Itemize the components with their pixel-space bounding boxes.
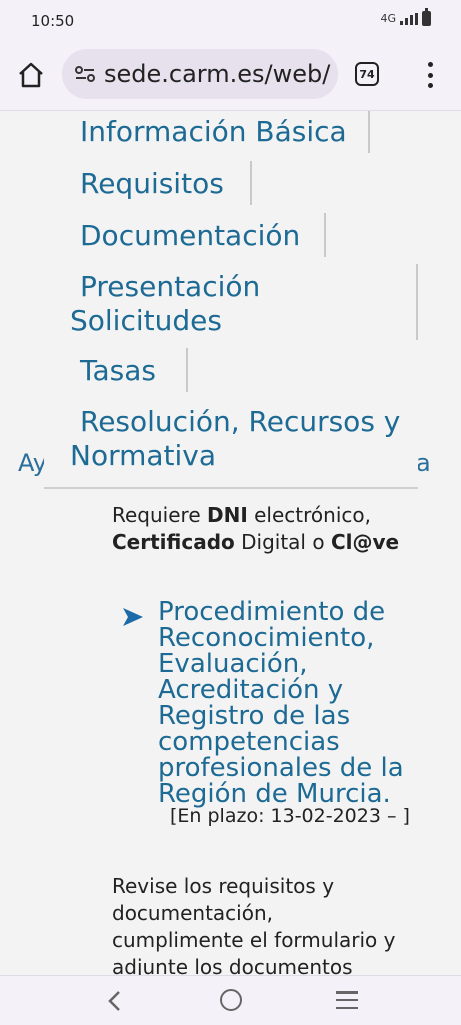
instructions-text: Revise los requisitos y documentación, c… (112, 874, 396, 975)
requirement-text: Requiere DNI electrónico, Certificado Di… (112, 503, 400, 554)
back-icon[interactable] (104, 990, 126, 1012)
nav-item-informacion-basica[interactable]: Información Básica (80, 115, 347, 149)
status-indicators: 4G (380, 8, 431, 26)
tab-switcher-button[interactable]: 74 (355, 62, 379, 86)
nav-item-resolucion-recursos[interactable]: Resolución, Recursos y (80, 405, 400, 439)
procedure-link[interactable]: Procedimiento de Reconocimiento, Evaluac… (158, 599, 428, 807)
signal-icon (400, 12, 418, 25)
nav-separator (368, 111, 370, 153)
site-settings-icon[interactable] (74, 65, 96, 83)
background-text-left: Ay (18, 449, 47, 477)
system-navigation-bar (0, 975, 461, 1025)
network-label: 4G (380, 12, 396, 25)
nav-item-documentacion[interactable]: Documentación (80, 219, 300, 253)
status-bar: 10:50 4G (0, 0, 461, 40)
arrow-right-icon (123, 608, 143, 626)
home-icon[interactable] (16, 60, 46, 90)
nav-item-normativa[interactable]: Normativa (70, 439, 216, 473)
status-time: 10:50 (31, 12, 75, 30)
nav-item-tasas[interactable]: Tasas (80, 354, 156, 388)
nav-item-presentacion[interactable]: Presentación (80, 270, 260, 304)
nav-item-solicitudes[interactable]: Solicitudes (70, 304, 222, 338)
page-content: Ay a Información Básica Requisitos Docum… (0, 111, 461, 975)
procedure-deadline: [En plazo: 13-02-2023 – ] (170, 805, 410, 827)
url-text: sede.carm.es/web/ (104, 60, 331, 88)
section-nav-menu: Información Básica Requisitos Documentac… (44, 111, 418, 489)
home-circle-icon[interactable] (220, 989, 242, 1011)
nav-separator (250, 161, 252, 205)
recent-apps-icon[interactable] (336, 991, 358, 1009)
background-text-right: a (416, 449, 431, 477)
browser-toolbar: sede.carm.es/web/ 74 (0, 40, 461, 111)
address-bar[interactable]: sede.carm.es/web/ (62, 49, 338, 99)
nav-separator (324, 213, 326, 257)
more-menu-icon[interactable] (420, 62, 440, 88)
nav-separator (416, 264, 418, 340)
nav-item-requisitos[interactable]: Requisitos (80, 167, 224, 201)
nav-separator (186, 348, 188, 392)
battery-icon (422, 8, 431, 26)
